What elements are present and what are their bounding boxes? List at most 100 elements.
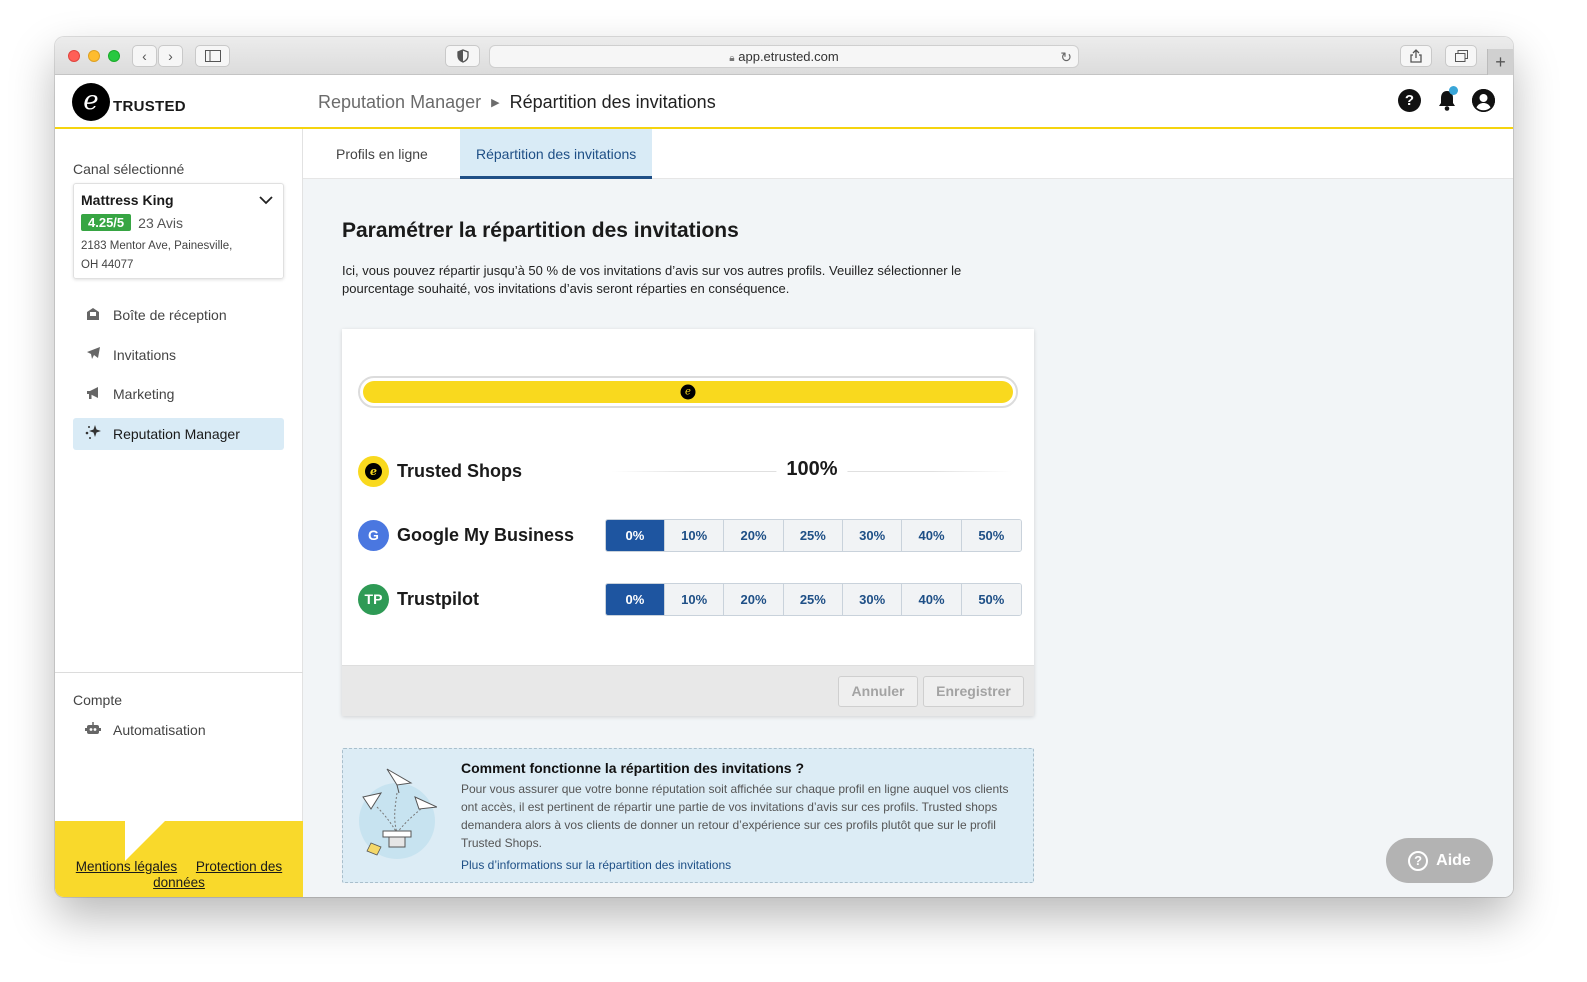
url-text: app.etrusted.com — [738, 49, 839, 64]
percent-option[interactable]: 20% — [724, 583, 784, 615]
chevron-down-icon[interactable] — [259, 192, 273, 208]
privacy-report-button[interactable] — [445, 45, 480, 67]
footer-links: Mentions légales Protection des données — [55, 859, 303, 891]
percent-option[interactable]: 25% — [783, 519, 844, 551]
privacy-link[interactable]: Protection des — [196, 859, 282, 874]
reload-icon[interactable]: ↻ — [1060, 46, 1072, 68]
address-bar[interactable]: 🔒︎ app.etrusted.com ↻ — [489, 45, 1079, 68]
percent-option[interactable]: 10% — [665, 519, 725, 551]
browser-window: ‹ › 🔒︎ app.etrusted.com ↻ + e TRUSTED Re… — [55, 37, 1513, 897]
sparkles-icon — [83, 424, 103, 443]
help-chat-button[interactable]: ? Aide — [1386, 838, 1493, 883]
rating-badge: 4.25/5 — [81, 214, 132, 231]
sidebar-footer: Mentions légales Protection des données — [55, 821, 303, 897]
percent-option[interactable]: 40% — [902, 519, 962, 551]
main-content: Profils en ligne Répartition des invitat… — [303, 129, 1513, 897]
profile-row-trustpilot: TP Trustpilot 0% 10% 20% 25% 30% 40% 50% — [358, 582, 1022, 616]
sidebar-item-reputation-manager[interactable]: Reputation Manager — [73, 417, 284, 450]
trusted-shops-share: 100% — [602, 454, 1022, 488]
bell-icon[interactable] — [1435, 86, 1458, 112]
robot-icon — [83, 721, 103, 739]
percent-option[interactable]: 30% — [843, 519, 903, 551]
caret-right-icon: ▶ — [491, 97, 500, 109]
page-description: Ici, vous pouvez répartir jusqu’à 50 % d… — [342, 263, 962, 296]
card-footer: Annuler Enregistrer — [342, 665, 1034, 716]
percent-option[interactable]: 0% — [605, 519, 666, 551]
inbox-icon — [83, 307, 103, 324]
sidebar-item-marketing[interactable]: Marketing — [73, 378, 284, 410]
trusted-shops-logo-icon: e — [680, 384, 696, 400]
trusted-logo[interactable]: e TRUSTED — [72, 83, 186, 121]
breadcrumb: Reputation Manager ▶ Répartition des inv… — [318, 92, 716, 113]
profile-row-google: G Google My Business 0% 10% 20% 25% 30% … — [358, 518, 1022, 552]
tabs-overview-button[interactable] — [1445, 45, 1477, 67]
page-title: Paramétrer la répartition des invitation… — [342, 219, 739, 242]
percent-option[interactable]: 50% — [961, 519, 1021, 551]
new-tab-button[interactable]: + — [1487, 49, 1513, 75]
back-button[interactable]: ‹ — [132, 45, 157, 67]
minimize-window-button[interactable] — [88, 50, 100, 62]
notification-dot — [1449, 86, 1458, 95]
percent-option[interactable]: 0% — [605, 583, 666, 615]
megaphone-icon — [83, 386, 103, 403]
sidebar-icon — [204, 50, 221, 62]
trusted-shops-icon: e — [358, 455, 389, 487]
trusted-shops-percent: 100% — [776, 458, 848, 481]
info-text: Pour vous assurer que votre bonne réputa… — [461, 782, 1009, 850]
account-section-label: Compte — [73, 692, 123, 708]
more-info-link[interactable]: Plus d’informations sur la répartition d… — [461, 858, 731, 872]
distribution-bar: e — [358, 376, 1018, 408]
percent-option[interactable]: 50% — [961, 583, 1021, 615]
close-window-button[interactable] — [68, 50, 80, 62]
info-box: Comment fonctionne la répartition des in… — [342, 748, 1034, 883]
share-button[interactable] — [1400, 45, 1432, 67]
legal-notice-link[interactable]: Mentions légales — [76, 859, 177, 874]
percent-option[interactable]: 30% — [843, 583, 903, 615]
sidebar-item-invitations[interactable]: Invitations — [73, 339, 284, 371]
channel-address: 2183 Mentor Ave, Painesville, OH 44077 — [81, 237, 276, 275]
save-button[interactable]: Enregistrer — [923, 676, 1024, 707]
help-label: Aide — [1436, 851, 1471, 869]
header-actions: ? — [1398, 86, 1495, 112]
sidebar-nav: Boîte de réception Invitations Marketing… — [73, 299, 284, 457]
sidebar-item-label: Automatisation — [113, 722, 206, 738]
privacy-link-line2[interactable]: données — [153, 875, 205, 890]
user-silhouette-icon — [1472, 89, 1495, 112]
sidebar-item-inbox[interactable]: Boîte de réception — [73, 299, 284, 331]
tabs-icon — [1454, 50, 1468, 62]
account-icon[interactable] — [1472, 89, 1495, 112]
review-count: 23 Avis — [138, 214, 184, 231]
plus-icon: + — [1495, 52, 1506, 72]
google-icon: G — [358, 519, 389, 551]
percentage-selector-google: 0% 10% 20% 25% 30% 40% 50% — [604, 518, 1022, 552]
percent-option[interactable]: 20% — [724, 519, 784, 551]
trustpilot-icon: TP — [358, 583, 389, 615]
forward-button[interactable]: › — [158, 45, 183, 67]
paper-plane-icon — [83, 346, 103, 363]
breadcrumb-parent-link[interactable]: Reputation Manager — [318, 92, 481, 113]
lock-icon: 🔒︎ — [729, 53, 735, 64]
percent-option[interactable]: 25% — [783, 583, 844, 615]
sidebar-toggle-button[interactable] — [195, 45, 230, 67]
zoom-window-button[interactable] — [108, 50, 120, 62]
sidebar-item-label: Reputation Manager — [113, 425, 240, 442]
sidebar-item-label: Boîte de réception — [113, 307, 227, 323]
percent-option[interactable]: 40% — [902, 583, 962, 615]
chevron-left-icon: ‹ — [142, 48, 147, 64]
address-line-2: OH 44077 — [81, 259, 134, 271]
tab-invitation-distribution[interactable]: Répartition des invitations — [460, 129, 653, 179]
footer-notch-decoration — [125, 821, 165, 861]
logo-e-icon: e — [72, 83, 110, 121]
percent-option[interactable]: 10% — [665, 583, 725, 615]
channel-name: Mattress King — [81, 192, 174, 208]
sidebar-item-label: Invitations — [113, 346, 177, 363]
paper-planes-illustration-icon — [359, 768, 437, 859]
info-title: Comment fonctionne la répartition des in… — [461, 760, 805, 776]
tab-online-profiles[interactable]: Profils en ligne — [320, 129, 444, 179]
profile-name: Google My Business — [397, 524, 575, 545]
sidebar-item-automatisation[interactable]: Automatisation — [73, 714, 284, 746]
channel-selector[interactable]: Mattress King 4.25/5 23 Avis 2183 Mentor… — [73, 183, 284, 279]
cancel-button[interactable]: Annuler — [838, 676, 918, 707]
help-icon[interactable]: ? — [1398, 89, 1421, 112]
sidebar-divider — [55, 672, 303, 673]
